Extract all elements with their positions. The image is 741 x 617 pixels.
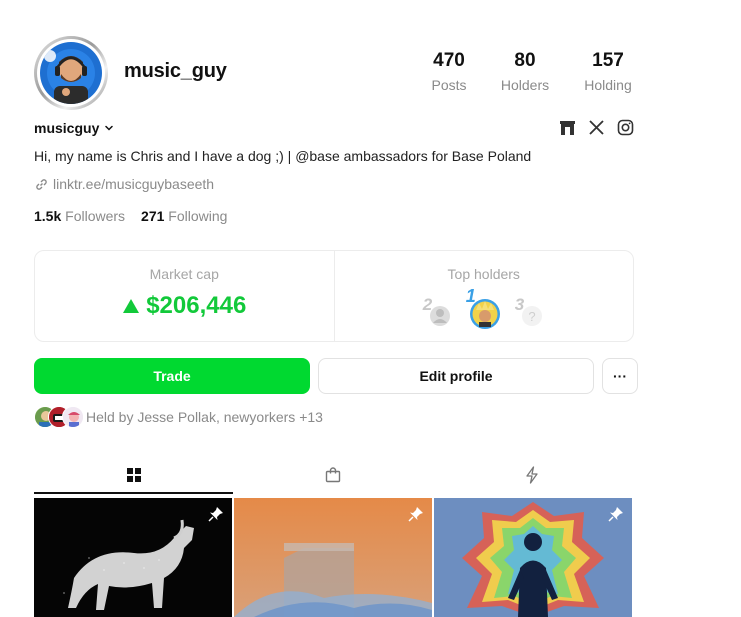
pin-icon — [208, 507, 223, 522]
top-holders-label: Top holders — [447, 266, 520, 282]
top-holders-section: Top holders 2 1 ? 3 — [333, 251, 634, 341]
post-tile[interactable] — [434, 498, 632, 617]
triangle-up-icon — [123, 299, 140, 313]
following-count: 271 — [141, 208, 165, 224]
shopping-bag-icon — [325, 467, 341, 483]
holder-rank-1-label: 1 — [465, 286, 476, 306]
follow-stats: 1.5k Followers 271 Following — [34, 208, 227, 224]
profile-tabs — [34, 456, 632, 494]
holder-rank-2-label: 2 — [422, 295, 433, 314]
pin-icon — [408, 507, 423, 522]
profile-bio: Hi, my name is Chris and I have a dog ;)… — [34, 148, 532, 164]
profile-avatar[interactable] — [34, 36, 108, 110]
market-cap-value: $206,446 — [146, 292, 247, 319]
link-icon — [36, 178, 47, 190]
stat-holding-label: Holding — [584, 77, 632, 93]
post-tile[interactable] — [34, 498, 232, 617]
instagram-icon[interactable] — [617, 119, 634, 136]
holder-avatar — [62, 406, 84, 428]
holder-rank-1[interactable]: 1 — [466, 286, 501, 330]
post-tile[interactable] — [234, 498, 432, 617]
lightning-icon — [526, 466, 538, 484]
post-image-building — [234, 498, 432, 617]
grid-icon — [126, 468, 141, 482]
market-card: Market cap $206,446 Top holders 2 1 ? 3 — [34, 250, 634, 342]
stat-holders[interactable]: 80 Holders — [497, 50, 553, 93]
stat-posts[interactable]: 470 Posts — [428, 50, 470, 93]
handle-dropdown[interactable]: musicguy — [34, 120, 115, 136]
social-links — [559, 119, 634, 136]
holder-rank-3[interactable]: ? 3 — [514, 295, 545, 327]
tab-posts[interactable] — [34, 456, 234, 494]
following-label: Following — [168, 208, 228, 224]
followers-count: 1.5k — [34, 208, 62, 224]
stat-posts-value: 470 — [433, 50, 465, 71]
tab-activity[interactable] — [433, 456, 632, 494]
avatar-image — [40, 42, 102, 104]
top-holders-list: 2 1 ? 3 — [335, 286, 634, 332]
more-options-button[interactable]: ··· — [602, 358, 638, 394]
profile-link[interactable]: linktr.ee/musicguybaseeth — [34, 176, 214, 192]
holder-rank-3-label: 3 — [514, 295, 525, 314]
chevron-down-icon — [105, 125, 114, 131]
stat-holding-value: 157 — [592, 50, 624, 71]
market-cap-label: Market cap — [149, 266, 219, 282]
tab-collected[interactable] — [233, 456, 432, 494]
handle-text: musicguy — [34, 120, 100, 136]
svg-text:?: ? — [528, 309, 535, 324]
stat-holders-value: 80 — [514, 50, 536, 71]
holder-rank-2[interactable]: 2 — [422, 295, 453, 327]
post-image-horse — [34, 498, 232, 617]
pin-icon — [608, 507, 623, 522]
following-link[interactable]: 271 Following — [141, 208, 227, 224]
edit-profile-button[interactable]: Edit profile — [318, 358, 594, 394]
trade-button[interactable]: Trade — [34, 358, 310, 394]
post-grid — [34, 498, 632, 617]
followers-label: Followers — [65, 208, 126, 224]
market-cap-value-row: $206,446 — [122, 292, 246, 320]
stat-posts-label: Posts — [431, 77, 467, 93]
x-icon[interactable] — [588, 119, 605, 136]
stat-holding[interactable]: 157 Holding — [580, 50, 636, 93]
held-by-text: Held by Jesse Pollak, newyorkers +13 — [86, 409, 323, 425]
gate-icon[interactable] — [559, 119, 576, 136]
profile-link-text: linktr.ee/musicguybaseeth — [53, 176, 215, 192]
market-cap-section: Market cap $206,446 — [35, 251, 334, 341]
post-image-aura — [434, 498, 632, 617]
profile-username: music_guy — [124, 60, 227, 82]
held-by-row[interactable]: Held by Jesse Pollak, newyorkers +13 — [34, 406, 323, 428]
stat-holders-label: Holders — [500, 77, 550, 93]
held-by-avatars — [34, 406, 84, 428]
followers-link[interactable]: 1.5k Followers — [34, 208, 125, 224]
